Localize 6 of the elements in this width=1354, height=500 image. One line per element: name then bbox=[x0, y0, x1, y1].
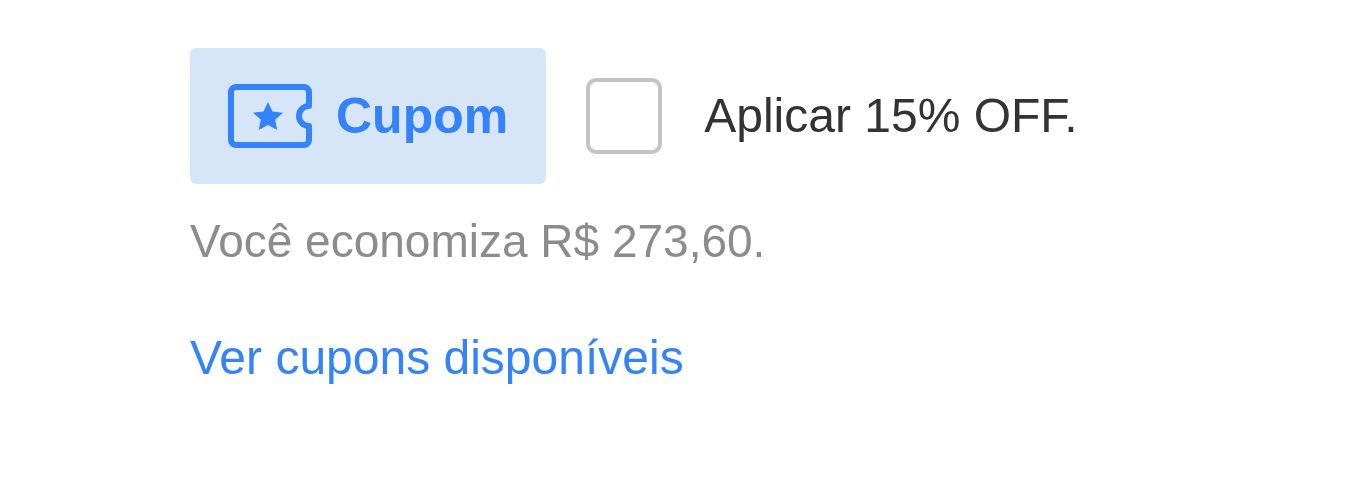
discount-checkbox[interactable] bbox=[586, 78, 663, 154]
discount-label: Aplicar 15% OFF. bbox=[704, 92, 1078, 140]
savings-text: Você economiza R$ 273,60. bbox=[190, 218, 766, 264]
coupons-link[interactable]: Ver cupons disponíveis bbox=[190, 334, 684, 382]
ticket-star-icon bbox=[228, 83, 312, 149]
coupon-label: Cupom bbox=[336, 91, 509, 141]
